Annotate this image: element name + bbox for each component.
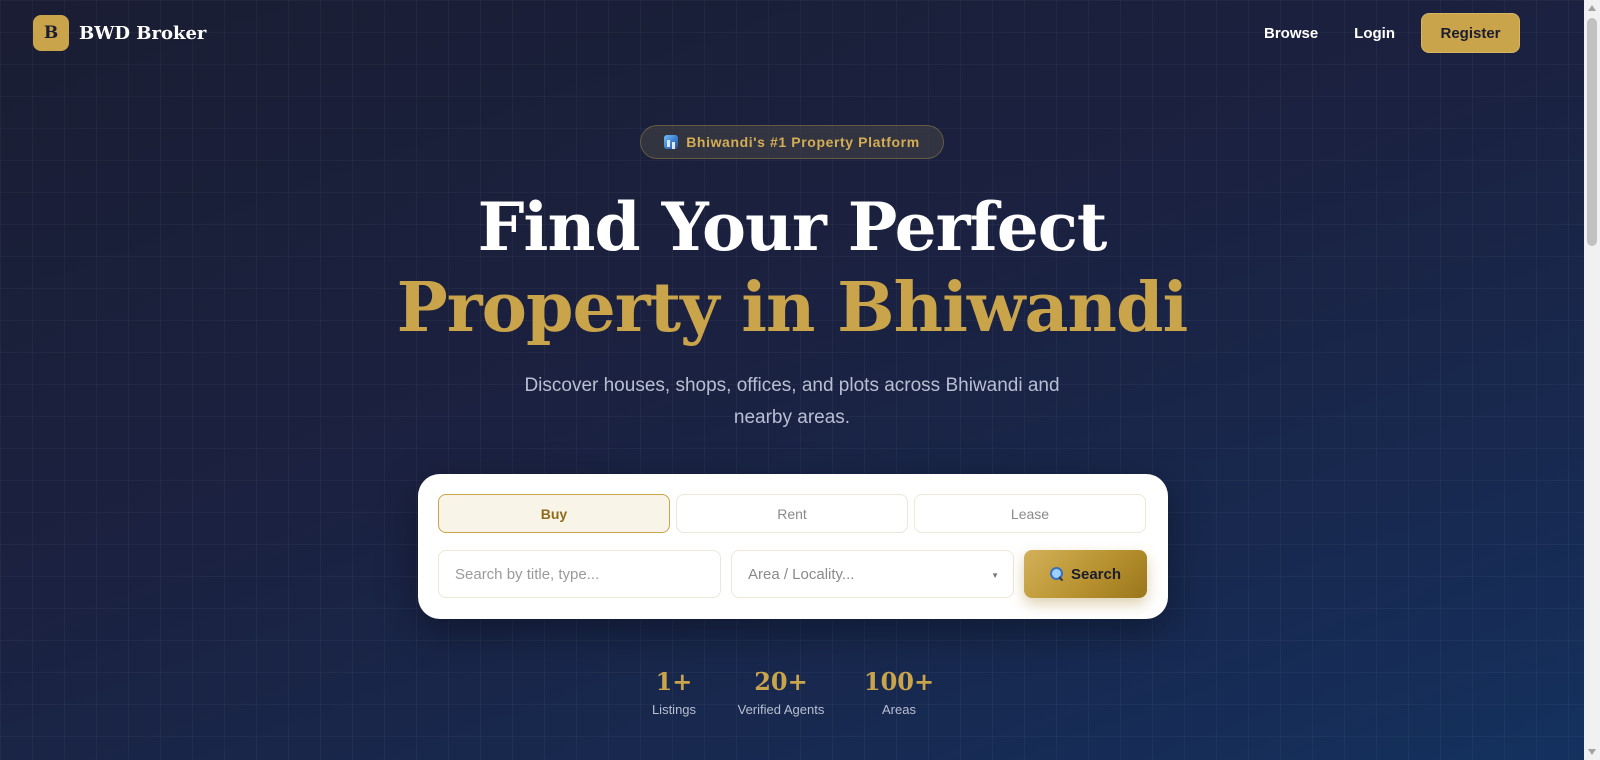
stat-value: 20+ bbox=[754, 667, 808, 696]
hero-title-line-2: Property in Bhiwandi bbox=[396, 268, 1189, 348]
stat-label: Areas bbox=[882, 702, 916, 717]
tab-buy[interactable]: Buy bbox=[438, 494, 670, 533]
stat-listings: 1+ Listings bbox=[640, 667, 708, 717]
area-select-placeholder: Area / Locality... bbox=[748, 565, 855, 583]
search-button-label: Search bbox=[1070, 565, 1122, 583]
tab-lease[interactable]: Lease bbox=[914, 494, 1146, 533]
vertical-scrollbar[interactable] bbox=[1584, 0, 1600, 760]
search-card: Buy Rent Lease Area / Locality... ▼ Sear… bbox=[418, 474, 1168, 619]
scrollbar-thumb[interactable] bbox=[1587, 18, 1597, 246]
main-nav: Browse Login Register bbox=[1264, 13, 1520, 53]
register-button[interactable]: Register bbox=[1421, 13, 1520, 53]
stat-label: Verified Agents bbox=[737, 702, 825, 717]
brand-logo[interactable]: B BWD Broker bbox=[33, 15, 206, 51]
area-select[interactable]: Area / Locality... ▼ bbox=[731, 550, 1014, 598]
logo-badge: B bbox=[33, 15, 69, 51]
magnifier-icon bbox=[1049, 567, 1064, 581]
search-button[interactable]: Search bbox=[1024, 550, 1147, 598]
search-input[interactable] bbox=[438, 550, 721, 598]
hero-badge-text: Bhiwandi's #1 Property Platform bbox=[686, 134, 920, 150]
scroll-up-arrow-icon[interactable] bbox=[1588, 5, 1596, 11]
landing-page: B BWD Broker Browse Login Register Bhiwa… bbox=[0, 0, 1584, 760]
hero-badge: Bhiwandi's #1 Property Platform bbox=[640, 125, 944, 159]
stat-value: 1+ bbox=[655, 667, 693, 696]
chevron-down-icon: ▼ bbox=[991, 571, 999, 580]
tab-rent[interactable]: Rent bbox=[676, 494, 908, 533]
stat-value: 100+ bbox=[863, 667, 935, 696]
city-icon bbox=[664, 135, 679, 149]
hero-title-line-1: Find Your Perfect bbox=[477, 188, 1108, 266]
stat-areas: 100+ Areas bbox=[859, 667, 939, 717]
scroll-down-arrow-icon[interactable] bbox=[1588, 749, 1596, 755]
stat-verified-agents: 20+ Verified Agents bbox=[730, 667, 832, 717]
hero-subtitle: Discover houses, shops, offices, and plo… bbox=[524, 375, 1060, 428]
stat-label: Listings bbox=[651, 702, 697, 717]
nav-login-link[interactable]: Login bbox=[1354, 25, 1395, 42]
nav-browse-link[interactable]: Browse bbox=[1264, 25, 1318, 42]
brand-name: BWD Broker bbox=[79, 22, 207, 44]
site-header: B BWD Broker Browse Login Register bbox=[0, 0, 1584, 66]
